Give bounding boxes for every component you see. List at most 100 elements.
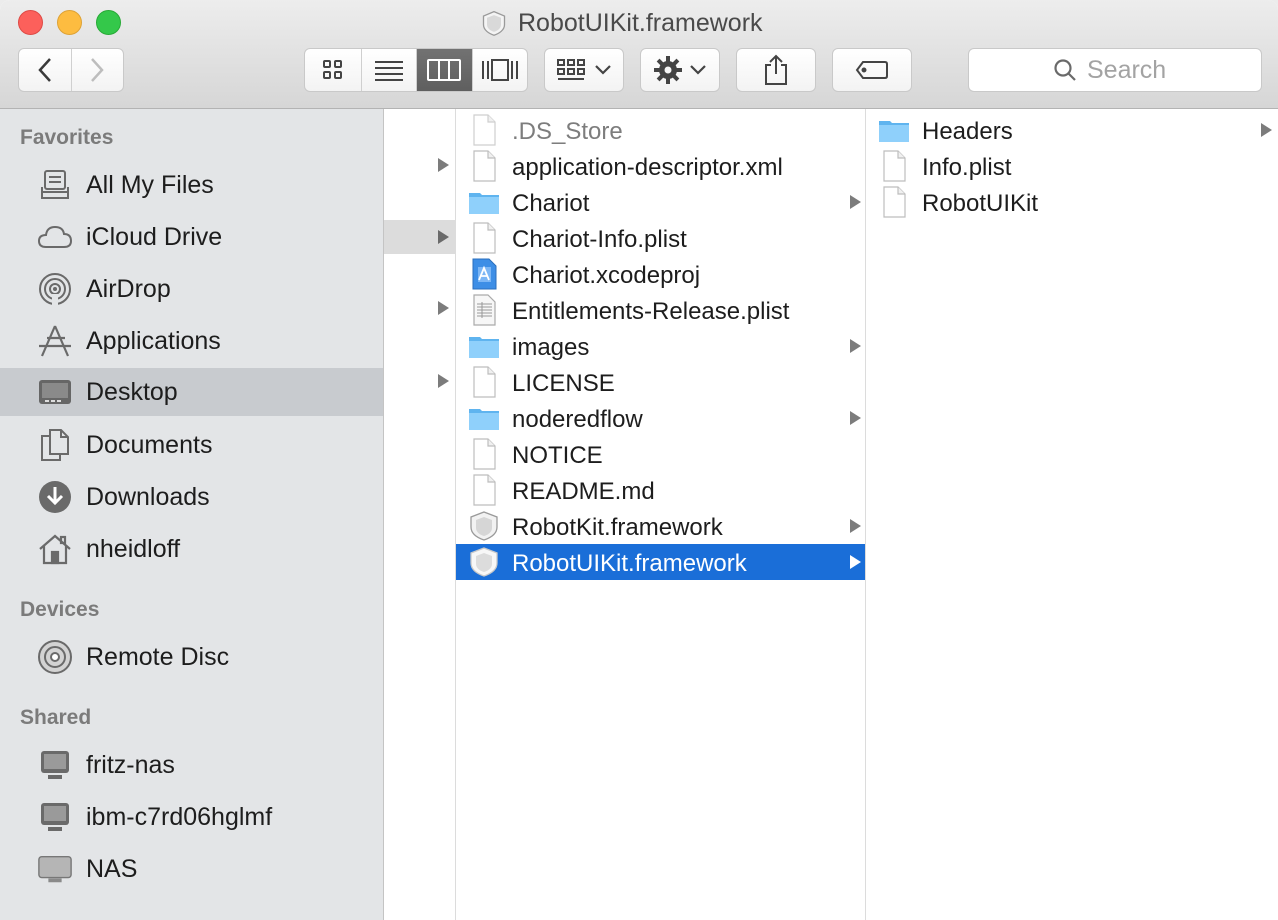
disclosure-arrow-icon	[438, 374, 449, 388]
search-input[interactable]	[1087, 55, 1177, 85]
search-icon	[1054, 59, 1076, 81]
disclosure-arrow-icon	[850, 195, 861, 209]
sidebar-item-label: Desktop	[86, 378, 178, 406]
list-view-button[interactable]	[360, 49, 417, 91]
file-name: RobotKit.framework	[512, 514, 723, 541]
search-field[interactable]	[968, 48, 1262, 92]
share-button[interactable]	[736, 48, 816, 92]
disclosure-arrow-icon	[850, 339, 861, 353]
minimize-window-button[interactable]	[57, 10, 82, 35]
sidebar-item-remote-disc[interactable]: Remote Disc	[0, 633, 383, 681]
tag-icon	[855, 61, 888, 79]
sidebar-item-desktop[interactable]: Desktop	[0, 368, 383, 416]
home-icon	[37, 533, 73, 565]
framework-icon	[470, 511, 498, 541]
sidebar-item-icloud-drive[interactable]: iCloud Drive	[0, 213, 383, 261]
arrange-grid-icon	[557, 59, 585, 80]
file-row-chariot-info-plist[interactable]: Chariot-Info.plist	[456, 220, 865, 256]
sidebar-item-label: Downloads	[86, 483, 210, 511]
file-row-entitlements-release-plist[interactable]: Entitlements-Release.plist	[456, 292, 865, 328]
file-name: LICENSE	[512, 370, 615, 397]
file-name: Headers	[922, 118, 1013, 145]
sidebar-item-label: All My Files	[86, 171, 214, 199]
file-row-robotuikit-framework[interactable]: RobotUIKit.framework	[456, 544, 865, 580]
view-mode-selector	[304, 48, 528, 92]
sidebar-item-label: AirDrop	[86, 275, 171, 303]
sidebar-item-ibm-c7rd06hglmf[interactable]: ibm-c7rd06hglmf	[0, 793, 383, 841]
file-name: RobotUIKit.framework	[512, 550, 747, 577]
sidebar-item-label: nheidloff	[86, 535, 181, 563]
file-row-noderedflow[interactable]: noderedflow	[456, 400, 865, 436]
column-view-button[interactable]	[416, 49, 472, 91]
sidebar-item-label: NAS	[86, 855, 138, 883]
monitor-icon	[37, 853, 73, 885]
document-icon	[883, 150, 906, 182]
document-icon	[473, 438, 496, 470]
navigation-buttons	[18, 48, 124, 92]
window-title: RobotUIKit.framework	[480, 8, 763, 38]
document-icon	[473, 474, 496, 506]
sidebar-item-downloads[interactable]: Downloads	[0, 473, 383, 521]
sidebar-section-shared: Shared	[20, 706, 92, 729]
gear-icon	[654, 56, 682, 84]
file-name: Entitlements-Release.plist	[512, 298, 790, 325]
file-row-info-plist[interactable]: Info.plist	[866, 148, 1278, 184]
file-row-robotuikit[interactable]: RobotUIKit	[866, 184, 1278, 220]
sidebar-section-favorites: Favorites	[20, 126, 114, 149]
sidebar-item-nas[interactable]: NAS	[0, 845, 383, 893]
xcode-project-icon	[472, 258, 497, 290]
file-row-images[interactable]: images	[456, 328, 865, 364]
list-icon	[374, 61, 403, 81]
file-name: Info.plist	[922, 154, 1012, 181]
zoom-window-button[interactable]	[96, 10, 121, 35]
file-column-1: .DS_Store application-descriptor.xml Cha…	[456, 109, 866, 920]
file-row-chariot[interactable]: Chariot	[456, 184, 865, 220]
sidebar-item-documents[interactable]: Documents	[0, 421, 383, 469]
back-button[interactable]	[19, 49, 71, 91]
file-name: RobotUIKit	[922, 190, 1039, 217]
file-row-chariot-xcodeproj[interactable]: Chariot.xcodeproj	[456, 256, 865, 292]
all-files-icon	[37, 169, 73, 201]
file-name: images	[512, 334, 590, 361]
disclosure-arrow-icon	[850, 519, 861, 533]
forward-button[interactable]	[70, 49, 124, 91]
sidebar-item-label: ibm-c7rd06hglmf	[86, 803, 273, 831]
file-row-readme[interactable]: README.md	[456, 472, 865, 508]
parent-column[interactable]	[384, 109, 456, 920]
file-row-application-descriptor[interactable]: application-descriptor.xml	[456, 148, 865, 184]
edit-tags-button[interactable]	[832, 48, 912, 92]
file-name: Chariot	[512, 190, 590, 217]
window-title-text: RobotUIKit.framework	[518, 8, 763, 37]
cover-flow-icon	[481, 59, 518, 81]
titlebar: RobotUIKit.framework	[0, 0, 1278, 109]
icon-view-button[interactable]	[305, 49, 361, 91]
file-name: application-descriptor.xml	[512, 154, 783, 181]
file-row-ds-store[interactable]: .DS_Store	[456, 112, 865, 148]
file-row-headers[interactable]: Headers	[866, 112, 1278, 148]
icon-grid-icon	[322, 60, 342, 79]
sidebar-item-label: Remote Disc	[86, 643, 230, 671]
sidebar-item-all-my-files[interactable]: All My Files	[0, 161, 383, 209]
arrange-button[interactable]	[544, 48, 624, 92]
file-row-robotkit-framework[interactable]: RobotKit.framework	[456, 508, 865, 544]
file-name: noderedflow	[512, 406, 643, 433]
sidebar-item-applications[interactable]: Applications	[0, 317, 383, 365]
sidebar-item-label: fritz-nas	[86, 751, 175, 779]
folder-icon	[469, 193, 499, 214]
monitor-icon	[37, 749, 73, 781]
disclosure-arrow-icon	[850, 555, 861, 569]
file-row-notice[interactable]: NOTICE	[456, 436, 865, 472]
sidebar-item-airdrop[interactable]: AirDrop	[0, 265, 383, 313]
airdrop-icon	[37, 273, 73, 305]
disclosure-arrow-icon	[438, 158, 449, 172]
disc-icon	[37, 640, 73, 674]
sidebar-item-home[interactable]: nheidloff	[0, 525, 383, 573]
cover-flow-button[interactable]	[471, 49, 528, 91]
action-button[interactable]	[640, 48, 720, 92]
columns-icon	[427, 59, 462, 81]
file-column-2: Headers Info.plist RobotUIKit	[866, 109, 1278, 920]
file-row-license[interactable]: LICENSE	[456, 364, 865, 400]
finder-window: RobotUIKit.framework Search Favorites Al…	[0, 0, 1278, 920]
sidebar-item-fritz-nas[interactable]: fritz-nas	[0, 741, 383, 789]
close-window-button[interactable]	[18, 10, 43, 35]
